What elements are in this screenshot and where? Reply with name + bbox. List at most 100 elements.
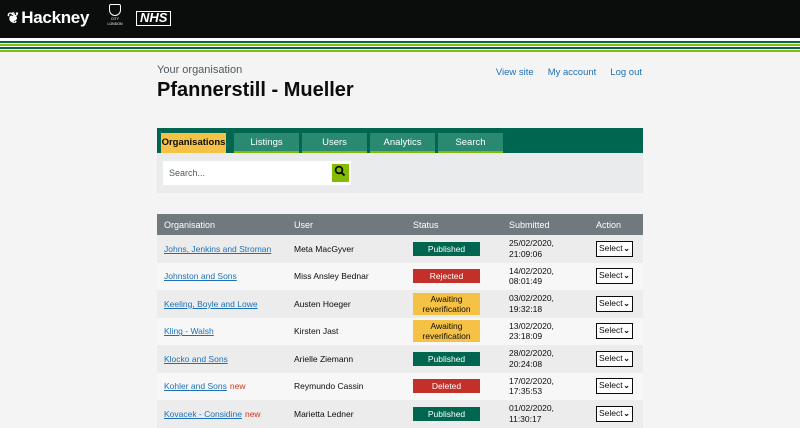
action-select-value: Select <box>599 325 623 336</box>
action-select[interactable]: Select ⌄ <box>596 240 633 257</box>
submitted-date: 14/02/2020, <box>509 265 554 276</box>
cell-organisation: Kovacek - Considine new <box>157 400 287 428</box>
hackney-logo[interactable]: ❦ Hackney <box>7 8 89 28</box>
action-select[interactable]: Select ⌄ <box>596 323 633 340</box>
cell-action: Select ⌄ <box>589 263 643 291</box>
cell-action: Select ⌄ <box>589 400 643 428</box>
organisation-link[interactable]: Johnston and Sons <box>164 271 237 281</box>
submitted-time: 19:32:18 <box>509 303 543 314</box>
chevron-down-icon: ⌄ <box>623 381 630 391</box>
status-badge: Published <box>413 241 480 256</box>
chevron-down-icon: ⌄ <box>623 271 630 281</box>
crest-shield-icon <box>109 4 121 16</box>
column-header-action: Action <box>589 214 643 235</box>
search-icon <box>334 165 346 177</box>
table-row: Kohler and Sons new Reymundo Cassin Deleted… <box>157 372 643 401</box>
cell-submitted: 01/02/2020, 11:30:17 <box>502 400 589 428</box>
nhs-logo: NHS <box>136 11 172 26</box>
cell-user: Austen Hoeger <box>294 298 351 309</box>
organisation-link[interactable]: Johns, Jenkins and Stroman <box>164 244 271 254</box>
submitted-date: 28/02/2020, <box>509 348 554 359</box>
organisation-link[interactable]: Keeling, Boyle and Lowe <box>164 299 258 309</box>
site-header: ❦ Hackney CITY LONDON NHS <box>0 0 800 38</box>
cell-status: Published <box>406 345 502 373</box>
organisation-link[interactable]: Kling - Walsh <box>164 326 214 336</box>
chevron-down-icon: ⌄ <box>623 353 630 363</box>
action-select[interactable]: Select ⌄ <box>596 405 633 422</box>
log-out-link[interactable]: Log out <box>610 67 642 78</box>
column-header-organisation: Organisation <box>157 214 287 235</box>
action-select[interactable]: Select ⌄ <box>596 350 633 367</box>
tab-listings[interactable]: Listings <box>234 133 299 153</box>
search-input[interactable] <box>163 161 331 185</box>
org-caption: Your organisation <box>157 64 243 76</box>
page-title: Pfannerstill - Mueller <box>157 79 354 101</box>
table-row: Keeling, Boyle and Lowe Austen Hoeger Awai… <box>157 290 643 318</box>
action-select-value: Select <box>599 352 623 363</box>
submitted-date: 17/02/2020, <box>509 375 554 386</box>
column-header-status: Status <box>406 214 502 235</box>
hackney-mark-icon: ❦ <box>7 10 20 27</box>
cell-status: Deleted <box>406 373 502 401</box>
status-badge: Published <box>413 351 480 366</box>
submitted-date: 13/02/2020, <box>509 320 554 331</box>
cell-action: Select ⌄ <box>589 318 643 346</box>
status-badge: Awaiting reverification <box>413 320 480 343</box>
cell-submitted: 03/02/2020, 19:32:18 <box>502 290 589 318</box>
my-account-link[interactable]: My account <box>548 67 597 78</box>
crest-text-city: CITY <box>111 17 119 21</box>
action-select[interactable]: Select ⌄ <box>596 378 633 395</box>
chevron-down-icon: ⌄ <box>623 326 630 336</box>
cell-organisation: Johns, Jenkins and Stroman <box>157 235 287 263</box>
city-of-london-crest: CITY LONDON <box>104 4 126 34</box>
action-select-value: Select <box>599 242 623 253</box>
tab-bar: Organisations Listings Users Analytics S… <box>157 128 643 153</box>
organisation-link[interactable]: Kovacek - Considine <box>164 409 242 419</box>
hackney-logo-text: Hackney <box>21 8 90 27</box>
action-select-value: Select <box>599 407 623 418</box>
submitted-time: 20:24:08 <box>509 358 543 369</box>
chevron-down-icon: ⌄ <box>623 298 630 308</box>
cell-organisation: Kling - Walsh <box>157 318 287 346</box>
organisation-link[interactable]: Klocko and Sons <box>164 354 228 364</box>
status-badge: Deleted <box>413 379 480 394</box>
submitted-date: 03/02/2020, <box>509 293 554 304</box>
table-row: Kling - Walsh Kirsten Jast Awaiting reveri… <box>157 317 643 346</box>
column-header-user: User <box>287 214 406 235</box>
tab-organisations[interactable]: Organisations <box>161 133 226 153</box>
table-row: Johns, Jenkins and Stroman Meta MacGyver P… <box>157 235 643 263</box>
action-select-value: Select <box>599 297 623 308</box>
cell-status: Published <box>406 235 502 263</box>
cell-submitted: 14/02/2020, 08:01:49 <box>502 263 589 291</box>
table-row: Johnston and Sons Miss Ansley Bednar Rejec… <box>157 262 643 291</box>
submitted-time: 21:09:06 <box>509 248 543 259</box>
cell-action: Select ⌄ <box>589 345 643 373</box>
search-button[interactable] <box>331 161 351 185</box>
status-badge: Awaiting reverification <box>413 292 480 315</box>
status-badge: Published <box>413 406 480 421</box>
tab-analytics[interactable]: Analytics <box>370 133 435 153</box>
cell-submitted: 17/02/2020, 17:35:53 <box>502 373 589 401</box>
action-select[interactable]: Select ⌄ <box>596 268 633 285</box>
chevron-down-icon: ⌄ <box>623 408 630 418</box>
cell-submitted: 28/02/2020, 20:24:08 <box>502 345 589 373</box>
submitted-time: 08:01:49 <box>509 276 543 287</box>
action-select[interactable]: Select ⌄ <box>596 295 633 312</box>
submitted-time: 23:18:09 <box>509 331 543 342</box>
header-stripes <box>0 38 800 52</box>
tab-search[interactable]: Search <box>438 133 503 153</box>
cell-organisation: Kohler and Sons new <box>157 373 287 401</box>
action-select-value: Select <box>599 270 623 281</box>
cell-status: Rejected <box>406 263 502 291</box>
cell-action: Select ⌄ <box>589 235 643 263</box>
cell-user: Arielle Ziemann <box>294 353 354 364</box>
new-tag: new <box>244 408 261 419</box>
cell-action: Select ⌄ <box>589 373 643 401</box>
cell-submitted: 25/02/2020, 21:09:06 <box>502 235 589 263</box>
organisation-link[interactable]: Kohler and Sons <box>164 381 227 391</box>
cell-action: Select ⌄ <box>589 290 643 318</box>
cell-submitted: 13/02/2020, 23:18:09 <box>502 318 589 346</box>
view-site-link[interactable]: View site <box>496 67 534 78</box>
tab-users[interactable]: Users <box>302 133 367 153</box>
crest-text-london: LONDON <box>107 22 123 26</box>
